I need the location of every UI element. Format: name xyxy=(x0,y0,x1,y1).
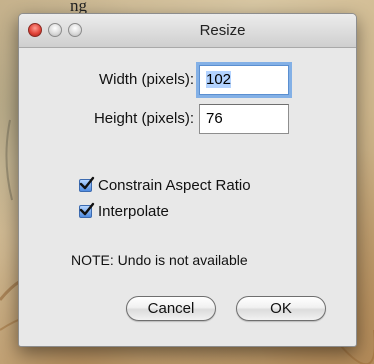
dialog-title: Resize xyxy=(199,22,246,39)
constrain-aspect-ratio-checkbox[interactable] xyxy=(79,176,95,192)
checkmark-icon xyxy=(79,202,95,215)
width-value: 102 xyxy=(206,71,232,88)
interpolate-checkbox[interactable] xyxy=(79,202,95,218)
height-label: Height (pixels): xyxy=(93,110,194,127)
close-icon[interactable] xyxy=(28,23,42,37)
height-value: 76 xyxy=(206,110,223,127)
checkmark-icon xyxy=(79,176,95,189)
title-bar[interactable]: Resize xyxy=(19,14,356,48)
width-label: Width (pixels): xyxy=(98,71,194,88)
height-row: Height (pixels): 76 xyxy=(19,104,356,134)
width-input[interactable]: 102 xyxy=(199,65,289,95)
minimize-icon[interactable] xyxy=(48,23,62,37)
interpolate-option[interactable]: Interpolate xyxy=(79,201,169,221)
ok-button[interactable]: OK xyxy=(236,296,326,321)
resize-dialog: Resize Width (pixels): 102 Height (pixel… xyxy=(18,13,357,347)
constrain-aspect-ratio-option[interactable]: Constrain Aspect Ratio xyxy=(79,175,251,195)
cancel-button[interactable]: Cancel xyxy=(126,296,216,321)
width-row: Width (pixels): 102 xyxy=(19,65,356,95)
zoom-icon[interactable] xyxy=(68,23,82,37)
constrain-aspect-ratio-label: Constrain Aspect Ratio xyxy=(98,176,251,194)
height-input[interactable]: 76 xyxy=(199,104,289,134)
interpolate-label: Interpolate xyxy=(98,202,169,220)
undo-note: NOTE: Undo is not available xyxy=(71,252,248,268)
